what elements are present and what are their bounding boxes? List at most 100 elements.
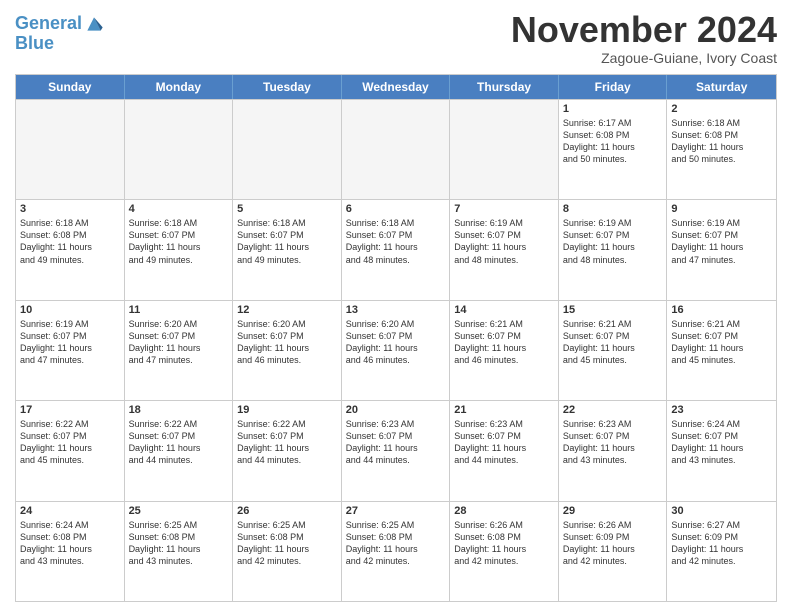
day-info: Sunrise: 6:19 AM Sunset: 6:07 PM Dayligh… (20, 318, 120, 367)
day-number: 8 (563, 203, 663, 215)
calendar-cell: 14 Sunrise: 6:21 AM Sunset: 6:07 PM Dayli… (450, 301, 559, 400)
weekday-header: Thursday (450, 75, 559, 99)
day-number: 6 (346, 203, 446, 215)
calendar: SundayMondayTuesdayWednesdayThursdayFrid… (15, 74, 777, 602)
day-number: 27 (346, 505, 446, 517)
calendar-cell: 26 Sunrise: 6:25 AM Sunset: 6:08 PM Dayli… (233, 502, 342, 601)
day-number: 12 (237, 304, 337, 316)
day-number: 28 (454, 505, 554, 517)
day-number: 14 (454, 304, 554, 316)
calendar-cell: 2 Sunrise: 6:18 AM Sunset: 6:08 PM Daylig… (667, 100, 776, 199)
calendar-row: 17 Sunrise: 6:22 AM Sunset: 6:07 PM Dayli… (16, 400, 776, 500)
day-number: 19 (237, 404, 337, 416)
calendar-cell: 17 Sunrise: 6:22 AM Sunset: 6:07 PM Dayli… (16, 401, 125, 500)
day-number: 3 (20, 203, 120, 215)
calendar-cell: 18Sunrise: 6:22 AM Sunset: 6:07 PM Dayli… (125, 401, 234, 500)
calendar-cell: 29Sunrise: 6:26 AM Sunset: 6:09 PM Dayli… (559, 502, 668, 601)
day-info: Sunrise: 6:20 AM Sunset: 6:07 PM Dayligh… (346, 318, 446, 367)
day-number: 30 (671, 505, 772, 517)
logo-general: General (15, 14, 82, 34)
day-info: Sunrise: 6:19 AM Sunset: 6:07 PM Dayligh… (563, 217, 663, 266)
day-number: 21 (454, 404, 554, 416)
calendar-cell (450, 100, 559, 199)
day-info: Sunrise: 6:25 AM Sunset: 6:08 PM Dayligh… (346, 519, 446, 568)
calendar-cell: 22Sunrise: 6:23 AM Sunset: 6:07 PM Dayli… (559, 401, 668, 500)
day-number: 18 (129, 404, 229, 416)
calendar-cell (342, 100, 451, 199)
day-number: 2 (671, 103, 772, 115)
calendar-cell: 15 Sunrise: 6:21 AM Sunset: 6:07 PM Dayli… (559, 301, 668, 400)
day-info: Sunrise: 6:17 AM Sunset: 6:08 PM Dayligh… (563, 117, 663, 166)
calendar-cell: 9 Sunrise: 6:19 AM Sunset: 6:07 PM Daylig… (667, 200, 776, 299)
weekday-header: Tuesday (233, 75, 342, 99)
day-info: Sunrise: 6:19 AM Sunset: 6:07 PM Dayligh… (454, 217, 554, 266)
day-number: 7 (454, 203, 554, 215)
day-info: Sunrise: 6:18 AM Sunset: 6:07 PM Dayligh… (237, 217, 337, 266)
weekday-header: Wednesday (342, 75, 451, 99)
logo: General Blue (15, 14, 104, 54)
day-info: Sunrise: 6:18 AM Sunset: 6:07 PM Dayligh… (129, 217, 229, 266)
weekday-header: Saturday (667, 75, 776, 99)
page: General Blue November 2024 Zagoue-Guiane… (0, 0, 792, 612)
weekday-header: Friday (559, 75, 668, 99)
calendar-row: 3 Sunrise: 6:18 AM Sunset: 6:08 PM Daylig… (16, 199, 776, 299)
day-info: Sunrise: 6:21 AM Sunset: 6:07 PM Dayligh… (563, 318, 663, 367)
location-subtitle: Zagoue-Guiane, Ivory Coast (511, 50, 777, 66)
day-info: Sunrise: 6:18 AM Sunset: 6:08 PM Dayligh… (20, 217, 120, 266)
day-number: 16 (671, 304, 772, 316)
day-info: Sunrise: 6:19 AM Sunset: 6:07 PM Dayligh… (671, 217, 772, 266)
day-info: Sunrise: 6:18 AM Sunset: 6:08 PM Dayligh… (671, 117, 772, 166)
day-info: Sunrise: 6:23 AM Sunset: 6:07 PM Dayligh… (563, 418, 663, 467)
logo-blue: Blue (15, 34, 104, 54)
calendar-cell: 10 Sunrise: 6:19 AM Sunset: 6:07 PM Dayli… (16, 301, 125, 400)
day-info: Sunrise: 6:21 AM Sunset: 6:07 PM Dayligh… (454, 318, 554, 367)
day-number: 4 (129, 203, 229, 215)
calendar-cell: 30Sunrise: 6:27 AM Sunset: 6:09 PM Dayli… (667, 502, 776, 601)
calendar-header: SundayMondayTuesdayWednesdayThursdayFrid… (16, 75, 776, 99)
day-number: 13 (346, 304, 446, 316)
calendar-cell (16, 100, 125, 199)
day-info: Sunrise: 6:26 AM Sunset: 6:08 PM Dayligh… (454, 519, 554, 568)
day-info: Sunrise: 6:25 AM Sunset: 6:08 PM Dayligh… (237, 519, 337, 568)
weekday-header: Sunday (16, 75, 125, 99)
logo-icon (84, 14, 104, 34)
day-number: 20 (346, 404, 446, 416)
calendar-cell: 23Sunrise: 6:24 AM Sunset: 6:07 PM Dayli… (667, 401, 776, 500)
day-number: 15 (563, 304, 663, 316)
weekday-header: Monday (125, 75, 234, 99)
calendar-cell: 19 Sunrise: 6:22 AM Sunset: 6:07 PM Dayli… (233, 401, 342, 500)
title-block: November 2024 Zagoue-Guiane, Ivory Coast (511, 10, 777, 66)
calendar-cell (125, 100, 234, 199)
day-info: Sunrise: 6:18 AM Sunset: 6:07 PM Dayligh… (346, 217, 446, 266)
calendar-cell: 21 Sunrise: 6:23 AM Sunset: 6:07 PM Dayli… (450, 401, 559, 500)
calendar-cell: 27 Sunrise: 6:25 AM Sunset: 6:08 PM Dayli… (342, 502, 451, 601)
day-number: 11 (129, 304, 229, 316)
day-info: Sunrise: 6:20 AM Sunset: 6:07 PM Dayligh… (237, 318, 337, 367)
calendar-cell: 6 Sunrise: 6:18 AM Sunset: 6:07 PM Daylig… (342, 200, 451, 299)
day-info: Sunrise: 6:23 AM Sunset: 6:07 PM Dayligh… (454, 418, 554, 467)
day-number: 17 (20, 404, 120, 416)
calendar-cell: 1 Sunrise: 6:17 AM Sunset: 6:08 PM Daylig… (559, 100, 668, 199)
calendar-cell: 16Sunrise: 6:21 AM Sunset: 6:07 PM Dayli… (667, 301, 776, 400)
day-number: 5 (237, 203, 337, 215)
day-number: 9 (671, 203, 772, 215)
calendar-row: 10 Sunrise: 6:19 AM Sunset: 6:07 PM Dayli… (16, 300, 776, 400)
day-number: 29 (563, 505, 663, 517)
calendar-cell: 11 Sunrise: 6:20 AM Sunset: 6:07 PM Dayli… (125, 301, 234, 400)
day-info: Sunrise: 6:20 AM Sunset: 6:07 PM Dayligh… (129, 318, 229, 367)
day-info: Sunrise: 6:22 AM Sunset: 6:07 PM Dayligh… (20, 418, 120, 467)
day-info: Sunrise: 6:22 AM Sunset: 6:07 PM Dayligh… (237, 418, 337, 467)
calendar-cell: 13 Sunrise: 6:20 AM Sunset: 6:07 PM Dayli… (342, 301, 451, 400)
calendar-row: 1 Sunrise: 6:17 AM Sunset: 6:08 PM Daylig… (16, 99, 776, 199)
day-number: 1 (563, 103, 663, 115)
day-number: 10 (20, 304, 120, 316)
calendar-cell: 24Sunrise: 6:24 AM Sunset: 6:08 PM Dayli… (16, 502, 125, 601)
day-number: 26 (237, 505, 337, 517)
calendar-cell: 25Sunrise: 6:25 AM Sunset: 6:08 PM Dayli… (125, 502, 234, 601)
calendar-cell: 20Sunrise: 6:23 AM Sunset: 6:07 PM Dayli… (342, 401, 451, 500)
day-info: Sunrise: 6:24 AM Sunset: 6:07 PM Dayligh… (671, 418, 772, 467)
calendar-cell: 28 Sunrise: 6:26 AM Sunset: 6:08 PM Dayli… (450, 502, 559, 601)
day-number: 24 (20, 505, 120, 517)
calendar-body: 1 Sunrise: 6:17 AM Sunset: 6:08 PM Daylig… (16, 99, 776, 601)
calendar-cell: 12 Sunrise: 6:20 AM Sunset: 6:07 PM Dayli… (233, 301, 342, 400)
